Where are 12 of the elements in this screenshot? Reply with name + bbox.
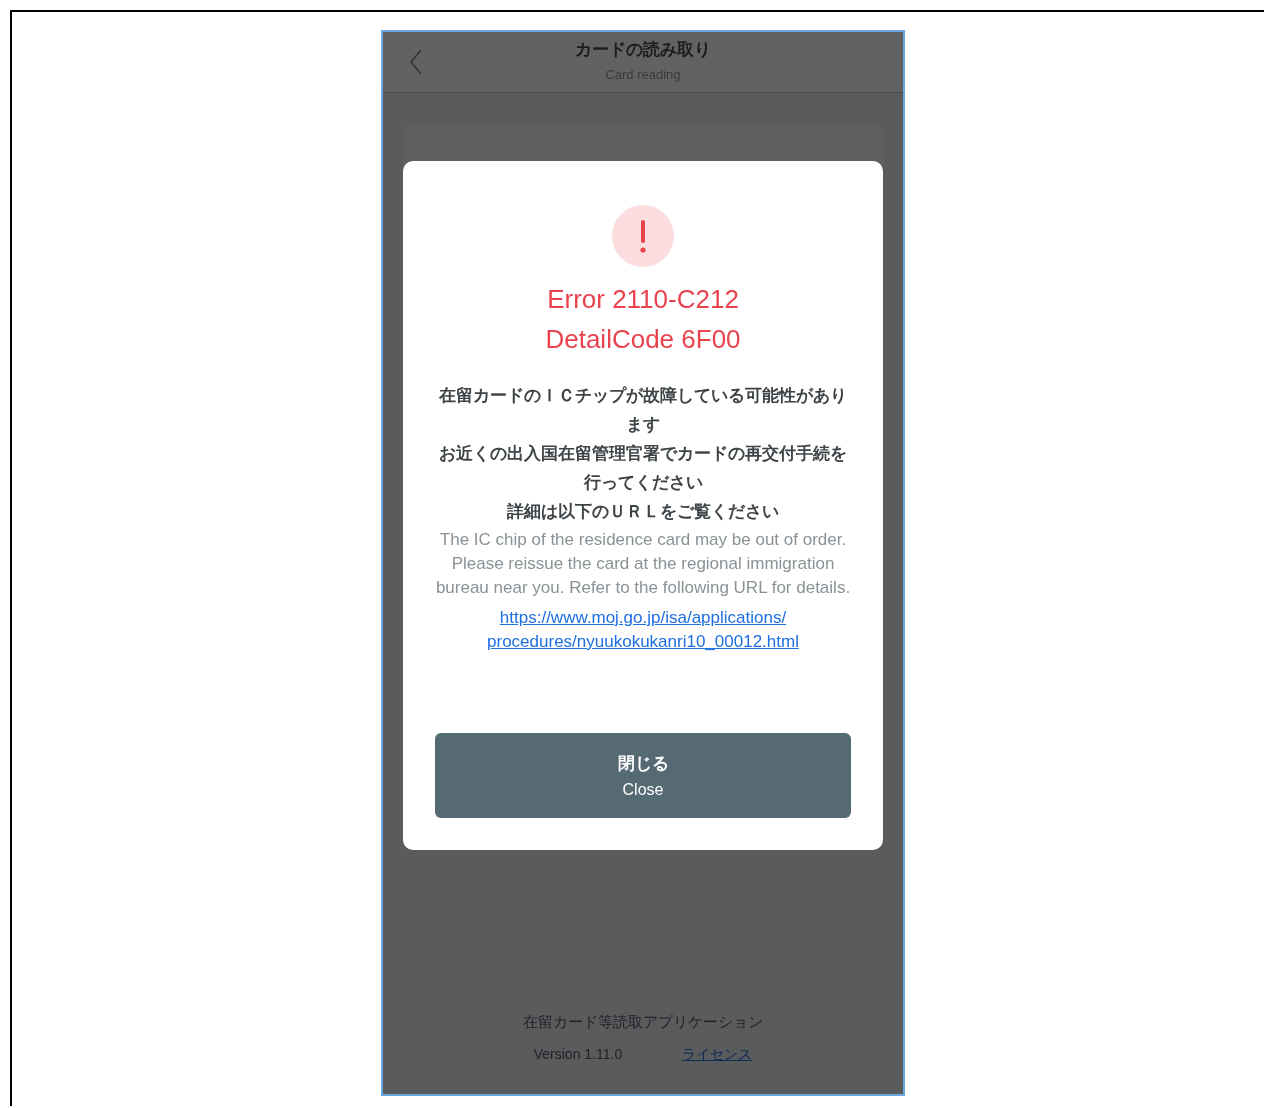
error-code: DetailCode 6F00 [545,323,741,356]
screen-title: カードの読み取り [575,38,711,61]
error-description: The IC chip of the residence card may be out of order. Please reissue the card at the regional immigration bureau near you. Refer to the following URL for details. [435,529,851,599]
back-button[interactable] [409,49,423,75]
version-text: Version 1.11.0 [533,1046,623,1064]
details-link[interactable]: https://www.moj.go.jp/isa/applications/procedures/nyuukokukanri10_00012.html [463,606,823,654]
error-icon [612,205,674,267]
error-code: Error 2110-C212 [546,283,740,316]
error-message: お近くの出入国在留管理官署でカードの再交付手続を行ってください [438,442,848,494]
error-message: 在留カードのＩＣチップが故障している可能性があります [438,384,848,436]
error-message: 詳細は以下のＵＲＬをご覧ください [506,500,780,523]
close-button[interactable]: 閉じる Close [435,733,851,818]
